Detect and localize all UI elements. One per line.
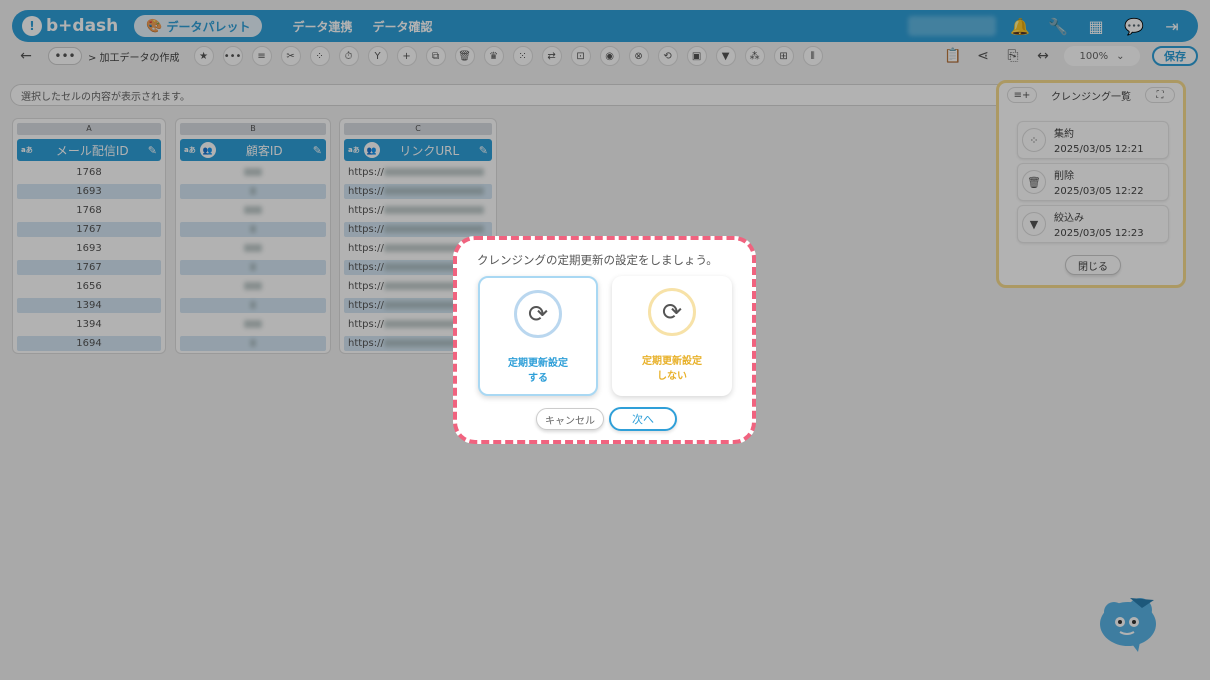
next-button[interactable]: 次へ	[609, 407, 677, 431]
dialog-title: クレンジングの定期更新の設定をしましょう。	[477, 253, 718, 267]
refresh-off-icon: ⟳	[648, 288, 696, 336]
option-sublabel: する	[528, 373, 548, 384]
periodic-update-dialog: クレンジングの定期更新の設定をしましょう。 ⟳ 定期更新設定 する ⟳ 定期更新…	[453, 236, 756, 444]
option-periodic-update-on[interactable]: ⟳ 定期更新設定 する	[478, 276, 598, 396]
option-sublabel: しない	[657, 371, 687, 382]
cancel-button[interactable]: キャンセル	[536, 408, 604, 430]
option-periodic-update-off[interactable]: ⟳ 定期更新設定 しない	[612, 276, 732, 396]
option-label: 定期更新設定	[508, 358, 568, 369]
option-label: 定期更新設定	[642, 356, 702, 367]
refresh-icon: ⟳	[514, 290, 562, 338]
